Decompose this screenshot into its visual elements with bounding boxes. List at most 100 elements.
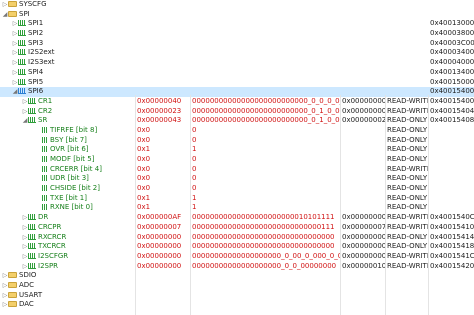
column-divider (340, 95, 341, 315)
hex-value[interactable]: 0x00000000 (137, 242, 190, 252)
tree-row-spi6-selected[interactable]: ◢ SPI6 0x40015400 (0, 87, 474, 97)
binary-value[interactable]: 0 (192, 184, 340, 194)
register-row-cr2[interactable]: ▷ CR2 0x00000023 000000000000000000000000… (0, 107, 474, 117)
hex-value[interactable]: 0x0 (137, 165, 190, 175)
binary-value[interactable]: 00000000000000000000000000000000 (192, 233, 340, 243)
peripheral-label: USART (19, 290, 43, 299)
register-row-dr[interactable]: ▷ DR 0x000000AF 0000000000000000000000001… (0, 213, 474, 223)
binary-value[interactable]: 00000000000000000000000000_0_0_0_0_0_0_0… (192, 97, 340, 107)
register-row-i2scfgr[interactable]: ▷ I2SCFGR 0x00000000 00000000000000000000… (0, 252, 474, 262)
binary-value[interactable]: 00000000000000000000000000_0_1_0_00_0_1_… (192, 116, 340, 126)
hex-value[interactable]: 0x00000000 (137, 233, 190, 243)
reset-value: 0x00000000 (342, 242, 387, 251)
hex-value[interactable]: 0x000000AF (137, 213, 190, 223)
binary-value[interactable]: 00000000000000000000_0_00_0_000_0_00_0 (192, 252, 340, 262)
binary-value[interactable]: 1 (192, 145, 340, 155)
access-mode: READ-WRITE (387, 251, 429, 260)
register-row-sr[interactable]: ◢ SR 0x00000043 0000000000000000000000000… (0, 116, 474, 126)
peripheral-label: SPI (19, 9, 30, 18)
hex-value[interactable]: 0x00000043 (137, 116, 190, 126)
field-icon (42, 146, 48, 153)
hex-value[interactable]: 0x00000023 (137, 107, 190, 117)
register-label: RXCRCR (38, 232, 67, 241)
binary-value[interactable]: 00000000000000000000000000000000 (192, 242, 340, 252)
reset-value: 0x00000002 (342, 116, 387, 125)
tree-row-spi3[interactable]: ▷ SPI3 0x40003C00 (0, 39, 474, 49)
name-cell: ▷ SPI4 (0, 68, 146, 78)
name-cell: ◢ SPI6 (0, 87, 146, 97)
hex-value[interactable]: 0x0 (137, 136, 190, 146)
binary-value[interactable]: 0 (192, 155, 340, 165)
field-row-chside[interactable]: CHSIDE [bit 2] 0x0 0 READ-ONLY (0, 184, 474, 194)
tree-row-syscfg[interactable]: ▷ SYSCFG (0, 0, 474, 10)
tree-row-i2s3ext[interactable]: ▷ I2S3ext 0x40004000 (0, 58, 474, 68)
field-label: UDR [bit 3] (50, 174, 89, 183)
register-row-cr1[interactable]: ▷ CR1 0x00000040 000000000000000000000000… (0, 97, 474, 107)
register-row-rxcrcr[interactable]: ▷ RXCRCR 0x00000000 000000000000000000000… (0, 233, 474, 243)
binary-value[interactable]: 00000000000000000000000000_0_1_0_00_1_1 (192, 107, 340, 117)
binary-value[interactable]: 0 (192, 136, 340, 146)
peripheral-label: SPI5 (28, 77, 44, 86)
tree-row-usart[interactable]: ▷ USART (0, 291, 474, 301)
register-row-i2spr[interactable]: ▷ I2SPR 0x00000000 00000000000000000000_0… (0, 262, 474, 272)
hex-value[interactable]: 0x00000040 (137, 97, 190, 107)
tree-row-spi1[interactable]: ▷ SPI1 0x40013000 (0, 19, 474, 29)
binary-value[interactable]: 0 (192, 126, 340, 136)
register-icon (28, 262, 36, 269)
name-cell: ▷ I2SCFGR (0, 252, 156, 262)
address-cell: 0x4001541C (430, 251, 474, 260)
tree-row-spi-group[interactable]: ◢ SPI (0, 10, 474, 20)
binary-value[interactable]: 1 (192, 203, 340, 213)
peripheral-label: ADC (19, 280, 35, 289)
name-cell: ▷ TXCRCR (0, 242, 156, 252)
field-row-modf[interactable]: MODF [bit 5] 0x0 0 READ-ONLY (0, 155, 474, 165)
field-row-txe[interactable]: TXE [bit 1] 0x1 1 READ-ONLY (0, 194, 474, 204)
hex-value[interactable]: 0x1 (137, 203, 190, 213)
hex-value[interactable]: 0x00000007 (137, 223, 190, 233)
register-row-crcpr[interactable]: ▷ CRCPR 0x00000007 0000000000000000000000… (0, 223, 474, 233)
hex-value[interactable]: 0x00000000 (137, 252, 190, 262)
peripheral-label: I2S2ext (28, 48, 55, 57)
tree-row-i2s2ext[interactable]: ▷ I2S2ext 0x40003400 (0, 48, 474, 58)
hex-value[interactable]: 0x0 (137, 184, 190, 194)
access-mode: READ-ONLY (387, 135, 428, 144)
binary-value[interactable]: 00000000000000000000000000000111 (192, 223, 340, 233)
address-cell: 0x40015404 (430, 106, 474, 115)
tree-row-dac[interactable]: ▷ DAC (0, 300, 474, 310)
tree-row-spi2[interactable]: ▷ SPI2 0x40003800 (0, 29, 474, 39)
field-label: RXNE [bit 0] (50, 203, 93, 212)
binary-value[interactable]: 0 (192, 165, 340, 175)
field-row-rxne[interactable]: RXNE [bit 0] 0x1 1 READ-ONLY (0, 203, 474, 213)
reset-value: 0x00000000 (342, 213, 387, 222)
field-row-tifrfe[interactable]: TIFRFE [bit 8] 0x0 0 READ-ONLY (0, 126, 474, 136)
field-row-ovr[interactable]: OVR [bit 6] 0x1 1 READ-ONLY (0, 145, 474, 155)
tree-row-sdio[interactable]: ▷ SDIO (0, 271, 474, 281)
hex-value[interactable]: 0x1 (137, 145, 190, 155)
column-divider (385, 95, 386, 315)
field-row-crcerr[interactable]: CRCERR [bit 4] 0x0 0 READ-WRITE (0, 165, 474, 175)
address-cell: 0x40015000 (430, 77, 474, 86)
hex-value[interactable]: 0x0 (137, 174, 190, 184)
access-mode: READ-WRITE (387, 96, 429, 105)
access-mode: READ-WRITE (387, 222, 429, 231)
hex-value[interactable]: 0x0 (137, 126, 190, 136)
tree-row-spi4[interactable]: ▷ SPI4 0x40013400 (0, 68, 474, 78)
field-row-udr[interactable]: UDR [bit 3] 0x0 0 READ-ONLY (0, 174, 474, 184)
binary-value[interactable]: 0 (192, 174, 340, 184)
name-cell: ▷ I2S2ext (0, 48, 146, 58)
field-icon (42, 126, 48, 133)
peripheral-label: DAC (19, 300, 34, 309)
peripheral-label: SPI1 (28, 19, 44, 28)
binary-value[interactable]: 1 (192, 194, 340, 204)
tree-row-adc[interactable]: ▷ ADC (0, 281, 474, 291)
hex-value[interactable]: 0x0 (137, 155, 190, 165)
hex-value[interactable]: 0x00000000 (137, 262, 190, 272)
field-row-bsy[interactable]: BSY [bit 7] 0x0 0 READ-ONLY (0, 136, 474, 146)
register-icon (28, 97, 36, 104)
binary-value[interactable]: 00000000000000000000000010101111 (192, 213, 340, 223)
binary-value[interactable]: 00000000000000000000_0_0_00000000 (192, 262, 340, 272)
register-row-txcrcr[interactable]: ▷ TXCRCR 0x00000000 000000000000000000000… (0, 242, 474, 252)
folder-icon (8, 10, 17, 17)
hex-value[interactable]: 0x1 (137, 194, 190, 204)
tree-row-spi5[interactable]: ▷ SPI5 0x40015000 (0, 78, 474, 88)
